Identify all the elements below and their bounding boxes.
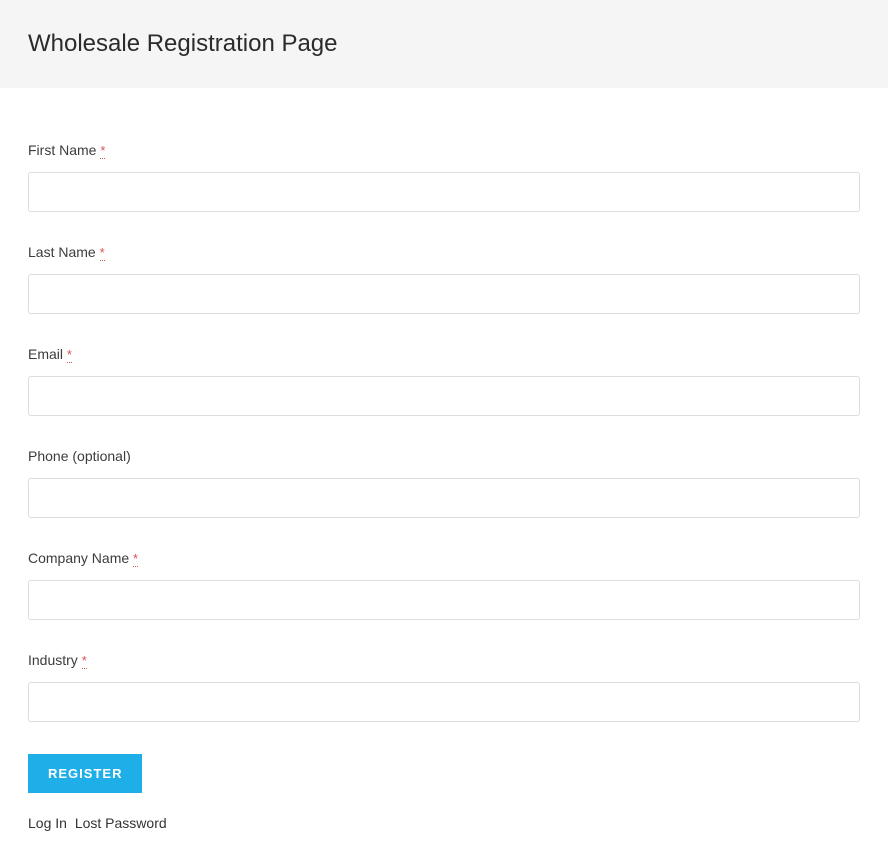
first-name-label: First Name * xyxy=(28,142,860,158)
first-name-label-text: First Name xyxy=(28,142,96,158)
required-mark: * xyxy=(82,653,87,669)
required-mark: * xyxy=(100,143,105,159)
industry-label: Industry * xyxy=(28,652,860,668)
company-group: Company Name * xyxy=(28,550,860,620)
industry-input[interactable] xyxy=(28,682,860,722)
company-label-text: Company Name xyxy=(28,550,129,566)
phone-input[interactable] xyxy=(28,478,860,518)
industry-label-text: Industry xyxy=(28,652,78,668)
company-label: Company Name * xyxy=(28,550,860,566)
email-input[interactable] xyxy=(28,376,860,416)
industry-group: Industry * xyxy=(28,652,860,722)
bottom-links: Log In Lost Password xyxy=(28,815,860,831)
phone-label-text: Phone (optional) xyxy=(28,448,131,464)
last-name-input[interactable] xyxy=(28,274,860,314)
last-name-group: Last Name * xyxy=(28,244,860,314)
register-button[interactable]: REGISTER xyxy=(28,754,142,793)
first-name-group: First Name * xyxy=(28,142,860,212)
first-name-input[interactable] xyxy=(28,172,860,212)
required-mark: * xyxy=(133,551,138,567)
page-header: Wholesale Registration Page xyxy=(0,0,888,88)
required-mark: * xyxy=(67,347,72,363)
last-name-label-text: Last Name xyxy=(28,244,96,260)
last-name-label: Last Name * xyxy=(28,244,860,260)
company-input[interactable] xyxy=(28,580,860,620)
email-label-text: Email xyxy=(28,346,63,362)
required-mark: * xyxy=(100,245,105,261)
page-title: Wholesale Registration Page xyxy=(28,30,860,58)
phone-group: Phone (optional) xyxy=(28,448,860,518)
phone-label: Phone (optional) xyxy=(28,448,860,464)
email-label: Email * xyxy=(28,346,860,362)
registration-form: First Name * Last Name * Email * Phone (… xyxy=(0,88,888,851)
email-group: Email * xyxy=(28,346,860,416)
lost-password-link[interactable]: Lost Password xyxy=(75,815,167,831)
login-link[interactable]: Log In xyxy=(28,815,67,831)
